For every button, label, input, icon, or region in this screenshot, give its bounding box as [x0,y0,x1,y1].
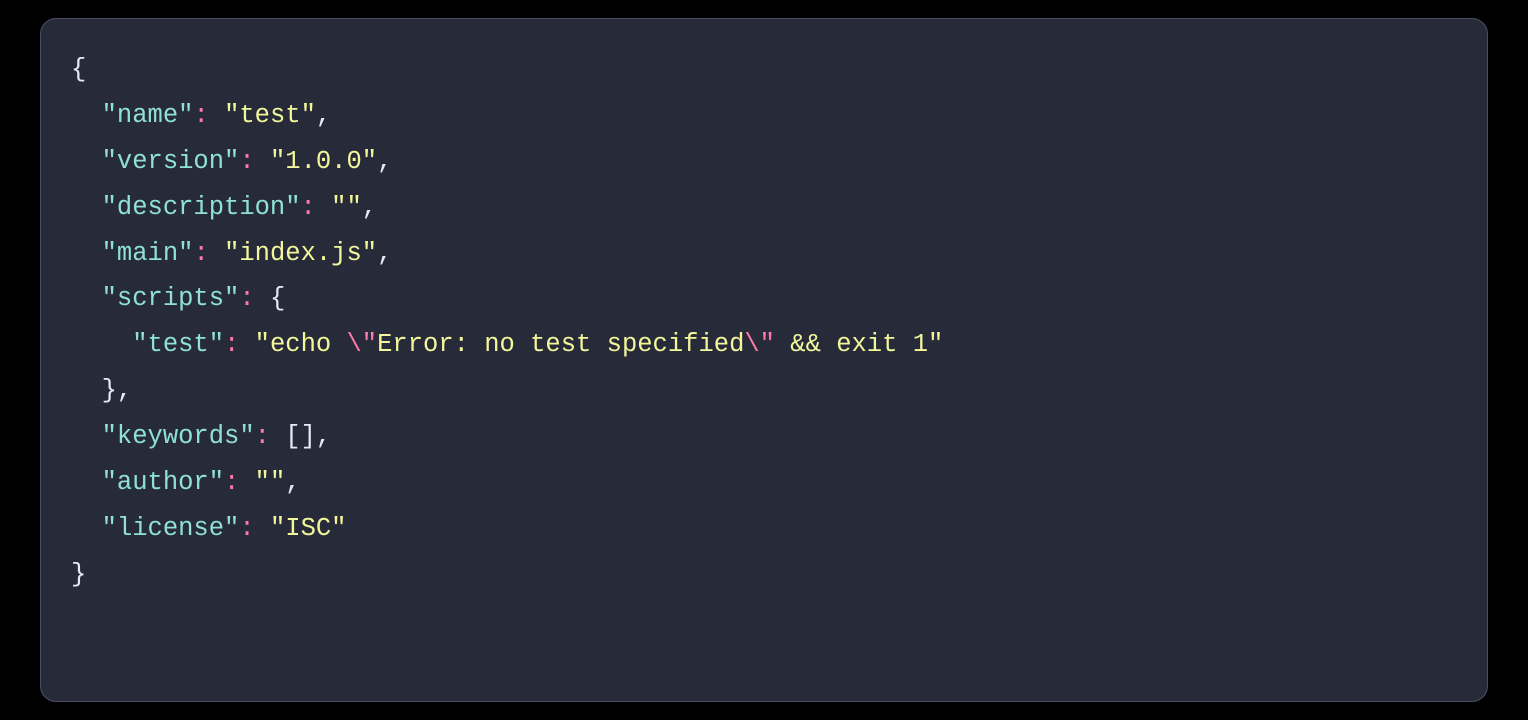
token-plain [71,422,102,451]
token-key: "name" [102,101,194,130]
token-plain [239,330,254,359]
token-punct: , [377,147,392,176]
token-punct: , [316,101,331,130]
token-plain [270,422,285,451]
token-string: "" [331,193,362,222]
token-key: "description" [102,193,301,222]
token-plain [71,376,102,405]
token-string: && exit 1" [775,330,943,359]
token-plain [71,147,102,176]
token-string: "" [255,468,286,497]
token-plain [71,239,102,268]
code-content[interactable]: { "name": "test", "version": "1.0.0", "d… [71,47,1457,598]
token-plain [255,514,270,543]
token-punct: , [377,239,392,268]
token-colon: : [193,239,208,268]
token-string: "1.0.0" [270,147,377,176]
token-key: "test" [132,330,224,359]
token-escape: \" [347,330,378,359]
token-punct: { [71,55,86,84]
token-punct: { [270,284,285,313]
token-plain [255,147,270,176]
token-colon: : [224,330,239,359]
token-plain [209,239,224,268]
token-punct: , [285,468,300,497]
token-plain [71,193,102,222]
token-key: "keywords" [102,422,255,451]
token-punct: }, [102,376,133,405]
token-escape: \" [744,330,775,359]
token-colon: : [224,468,239,497]
token-key: "version" [102,147,240,176]
token-plain [316,193,331,222]
token-string: "echo [255,330,347,359]
token-plain [71,514,102,543]
token-plain [255,284,270,313]
token-plain [71,284,102,313]
token-plain [209,101,224,130]
token-colon: : [255,422,270,451]
token-punct: , [362,193,377,222]
token-punct: } [71,560,86,589]
token-punct: [], [285,422,331,451]
token-colon: : [239,284,254,313]
token-string: Error: no test specified [377,330,744,359]
token-plain [71,330,132,359]
token-string: "test" [224,101,316,130]
token-colon: : [301,193,316,222]
token-key: "license" [102,514,240,543]
token-plain [239,468,254,497]
token-plain [71,101,102,130]
token-key: "scripts" [102,284,240,313]
token-string: "index.js" [224,239,377,268]
token-colon: : [239,514,254,543]
token-colon: : [193,101,208,130]
token-key: "author" [102,468,224,497]
token-plain [71,468,102,497]
code-block: { "name": "test", "version": "1.0.0", "d… [40,18,1488,702]
token-key: "main" [102,239,194,268]
token-string: "ISC" [270,514,347,543]
token-colon: : [239,147,254,176]
